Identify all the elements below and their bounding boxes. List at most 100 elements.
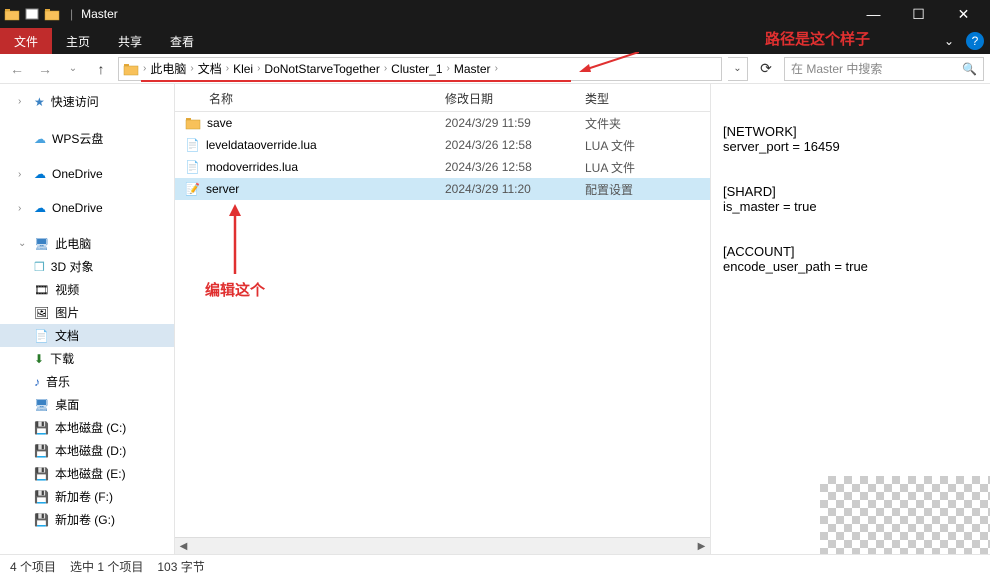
column-header-type[interactable]: 类型 [585, 90, 685, 107]
file-list-pane: 名称 修改日期 类型 save 2024/3/29 11:59 文件夹 📄lev… [175, 84, 710, 554]
navigation-pane[interactable]: › ★ 快速访问 ☁ WPS云盘 › ☁ OneDrive › ☁ OneDr [0, 84, 175, 554]
folder-icon [24, 7, 40, 21]
breadcrumb[interactable]: › 此电脑 › 文档 › Klei › DoNotStarveTogether … [118, 57, 722, 81]
address-bar-row: ← → ⌄ ↑ › 此电脑 › 文档 › Klei › DoNotStarveT… [0, 54, 990, 84]
address-dropdown-button[interactable]: ⌄ [728, 57, 748, 81]
ribbon-tabs: 文件 主页 共享 查看 路径是这个样子 ⌄ ? [0, 28, 990, 54]
ribbon-expand-icon[interactable]: ⌄ [938, 28, 960, 54]
cloud-icon: ☁ [34, 167, 46, 181]
tree-arrow-icon[interactable]: › [18, 203, 28, 214]
document-icon: 📄 [34, 329, 49, 343]
sidebar-item-thispc[interactable]: ⌄ 🖥 此电脑 [0, 232, 174, 255]
image-icon: 🖼 [34, 306, 49, 320]
sidebar-item-desktop[interactable]: 🖥桌面 [0, 393, 174, 416]
sidebar-item-drive-e[interactable]: 💾 本地磁盘 (E:) [0, 462, 174, 485]
sidebar-item-onedrive[interactable]: › ☁ OneDrive [0, 198, 174, 218]
window-controls: — ☐ ✕ [851, 0, 986, 28]
scroll-right-button[interactable]: ▶ [693, 538, 710, 554]
horizontal-scrollbar[interactable]: ◀ ▶ [175, 537, 710, 554]
drive-icon: 💾 [34, 467, 49, 481]
file-icon: 📄 [185, 160, 200, 174]
breadcrumb-item[interactable]: Master [450, 62, 495, 76]
nav-up-button[interactable]: ↑ [90, 58, 112, 80]
file-date: 2024/3/26 12:58 [445, 160, 585, 174]
window-title: Master [77, 7, 851, 21]
tab-file[interactable]: 文件 [0, 28, 52, 54]
refresh-button[interactable]: ⟳ [754, 57, 778, 81]
nav-back-button[interactable]: ← [6, 58, 28, 80]
file-name: server [206, 182, 239, 196]
tab-home[interactable]: 主页 [52, 28, 104, 54]
close-button[interactable]: ✕ [941, 0, 986, 28]
file-row[interactable]: 📄modoverrides.lua 2024/3/26 12:58 LUA 文件 [175, 156, 710, 178]
file-row[interactable]: 📝server 2024/3/29 11:20 配置设置 [175, 178, 710, 200]
breadcrumb-item[interactable]: Klei [229, 62, 257, 76]
sidebar-label: 本地磁盘 (D:) [55, 442, 126, 459]
search-input[interactable]: 在 Master 中搜索 🔍 [784, 57, 984, 81]
tab-share[interactable]: 共享 [104, 28, 156, 54]
annotation-arrow-icon [225, 204, 245, 274]
cloud-icon: ☁ [34, 201, 46, 215]
sidebar-item-wps[interactable]: ☁ WPS云盘 [0, 127, 174, 150]
file-type: 配置设置 [585, 181, 685, 198]
breadcrumb-item[interactable]: Cluster_1 [387, 62, 446, 76]
sidebar-item-drive-d[interactable]: 💾本地磁盘 (D:) [0, 439, 174, 462]
tree-arrow-icon[interactable]: › [18, 169, 28, 180]
status-size: 103 字节 [157, 558, 204, 575]
column-header-date[interactable]: 修改日期 [445, 90, 585, 107]
file-row[interactable]: 📄leveldataoverride.lua 2024/3/26 12:58 L… [175, 134, 710, 156]
nav-recent-button[interactable]: ⌄ [62, 58, 84, 80]
tree-arrow-icon[interactable]: ⌄ [18, 238, 28, 249]
config-icon: 📝 [185, 182, 200, 196]
sidebar-label: 本地磁盘 (E:) [55, 465, 126, 482]
folder-icon [44, 7, 60, 21]
sidebar-label: 视频 [55, 281, 79, 298]
tab-view[interactable]: 查看 [156, 28, 208, 54]
sidebar-label: OneDrive [52, 201, 103, 215]
file-type: LUA 文件 [585, 159, 685, 176]
sidebar-label: 本地磁盘 (C:) [55, 419, 126, 436]
annotation-arrow-icon [579, 52, 639, 82]
sidebar-item-drive-c[interactable]: 💾本地磁盘 (C:) [0, 416, 174, 439]
sidebar-item-quickaccess[interactable]: › ★ 快速访问 [0, 90, 174, 113]
sidebar-item-3dobjects[interactable]: ❒3D 对象 [0, 255, 174, 278]
sidebar-label: 图片 [55, 304, 79, 321]
star-icon: ★ [34, 95, 45, 109]
breadcrumb-item[interactable]: DoNotStarveTogether [260, 62, 383, 76]
sidebar-label: OneDrive [52, 167, 103, 181]
drive-icon: 💾 [34, 513, 49, 527]
column-header-name[interactable]: 名称 [185, 90, 445, 107]
sidebar-item-onedrive[interactable]: › ☁ OneDrive [0, 164, 174, 184]
sidebar-item-videos[interactable]: 🎞 视频 [0, 278, 174, 301]
status-selection: 选中 1 个项目 [70, 558, 143, 575]
file-list[interactable]: save 2024/3/29 11:59 文件夹 📄leveldataoverr… [175, 112, 710, 537]
sidebar-label: 音乐 [46, 373, 70, 390]
minimize-button[interactable]: — [851, 0, 896, 28]
breadcrumb-item[interactable]: 文档 [194, 60, 226, 77]
file-type: 文件夹 [585, 115, 685, 132]
breadcrumb-item[interactable]: 此电脑 [146, 60, 190, 77]
help-icon[interactable]: ? [966, 32, 984, 50]
sidebar-item-documents[interactable]: 📄文档 [0, 324, 174, 347]
separator: | [70, 7, 73, 21]
column-headers: 名称 修改日期 类型 [175, 84, 710, 112]
scroll-left-button[interactable]: ◀ [175, 538, 192, 554]
file-icon: 📄 [185, 138, 200, 152]
file-date: 2024/3/29 11:59 [445, 116, 585, 130]
search-icon[interactable]: 🔍 [962, 62, 977, 76]
sidebar-item-downloads[interactable]: ⬇下载 [0, 347, 174, 370]
sidebar-item-drive-f[interactable]: 💾新加卷 (F:) [0, 485, 174, 508]
sidebar-item-pictures[interactable]: 🖼 图片 [0, 301, 174, 324]
status-item-count: 4 个项目 [10, 558, 56, 575]
sidebar-item-drive-g[interactable]: 💾新加卷 (G:) [0, 508, 174, 531]
maximize-button[interactable]: ☐ [896, 0, 941, 28]
sidebar-item-music[interactable]: ♪音乐 [0, 370, 174, 393]
scroll-track[interactable] [192, 538, 693, 554]
file-row[interactable]: save 2024/3/29 11:59 文件夹 [175, 112, 710, 134]
film-icon: 🎞 [34, 283, 49, 297]
preview-pane: [NETWORK] server_port = 16459 [SHARD] is… [710, 84, 990, 554]
nav-forward-button[interactable]: → [34, 58, 56, 80]
tree-arrow-icon[interactable]: › [18, 96, 28, 107]
folder-icon [4, 7, 20, 21]
chevron-right-icon[interactable]: › [495, 63, 498, 74]
